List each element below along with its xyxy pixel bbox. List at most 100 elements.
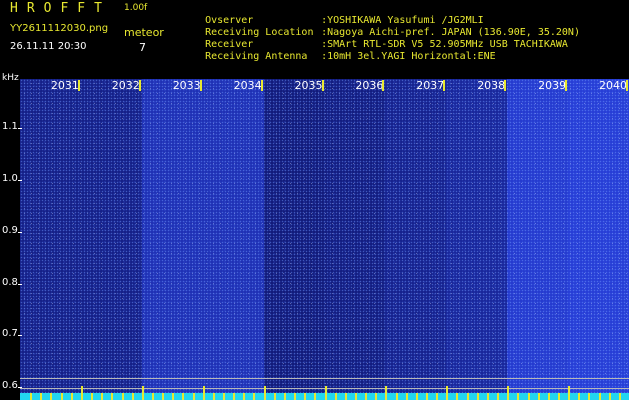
- bottom-tick: [60, 393, 63, 400]
- info-antenna: Receiving Antenna :10mH 3el.YAGI Horizont…: [181, 42, 496, 72]
- bottom-tick: [70, 393, 73, 400]
- bottom-tick: [314, 393, 317, 400]
- bottom-tick: [121, 393, 124, 400]
- info-value: :10mH 3el.YAGI Horizontal:ENE: [321, 51, 496, 62]
- x-tick-label-2032: 2032: [111, 79, 140, 92]
- bottom-tick: [304, 393, 307, 400]
- reference-line: [20, 377, 629, 379]
- bottom-tick: [80, 386, 83, 400]
- y-tick-mark: [18, 335, 22, 337]
- y-tick-label: 0.6: [2, 380, 18, 392]
- spectrogram-plot: [20, 79, 629, 400]
- version-label: 1.00f: [124, 3, 148, 13]
- bottom-tick: [182, 393, 185, 400]
- bottom-tick: [334, 393, 337, 400]
- x-tick-label-2035: 2035: [294, 79, 323, 92]
- x-tick-label-2036: 2036: [355, 79, 384, 92]
- bottom-tick: [446, 386, 449, 400]
- x-tick-mark: [138, 80, 141, 91]
- bottom-tick: [273, 393, 276, 400]
- x-tick-label-2038: 2038: [477, 79, 506, 92]
- bottom-tick: [263, 386, 266, 400]
- bottom-tick: [375, 393, 378, 400]
- x-tick-label-2040: 2040: [599, 79, 627, 92]
- bottom-tick: [456, 393, 459, 400]
- bottom-tick: [30, 393, 33, 400]
- bottom-tick: [618, 393, 621, 400]
- x-tick-mark: [321, 80, 324, 91]
- bottom-tick: [365, 393, 368, 400]
- y-tick-label: 0.7: [2, 328, 18, 340]
- datetime-label: 26.11.11 20:30: [10, 41, 87, 52]
- bottom-tick: [557, 393, 560, 400]
- y-tick-mark: [18, 283, 22, 285]
- bottom-tick: [40, 393, 43, 400]
- x-tick-label-2039: 2039: [538, 79, 567, 92]
- bottom-tick: [547, 393, 550, 400]
- bottom-tick: [172, 393, 175, 400]
- bottom-tick: [294, 393, 297, 400]
- x-tick-label-2034: 2034: [233, 79, 262, 92]
- bottom-tick: [233, 393, 236, 400]
- bottom-tick: [486, 393, 489, 400]
- y-tick-label: 1.0: [2, 172, 18, 184]
- bottom-tick: [426, 393, 428, 400]
- x-tick-mark: [504, 80, 507, 91]
- bottom-tick: [253, 393, 256, 400]
- bottom-tick: [395, 393, 398, 400]
- bottom-tick: [131, 393, 134, 400]
- info-key: Receiving Antenna: [205, 51, 308, 62]
- x-tick-label-2031: 2031: [50, 79, 79, 92]
- bottom-tick: [578, 393, 581, 400]
- bottom-tick: [202, 386, 205, 400]
- bottom-tick: [283, 393, 286, 400]
- bottom-tick: [517, 393, 520, 400]
- bottom-tick: [436, 393, 439, 400]
- bottom-tick: [537, 393, 540, 400]
- x-tick-mark: [626, 80, 628, 91]
- bottom-tick: [588, 393, 591, 400]
- bottom-tick: [212, 393, 215, 400]
- hrofft-window: HROFFT 1.00f YY2611112030.png 26.11.11 2…: [0, 0, 629, 400]
- bottom-tick: [162, 393, 165, 400]
- bottom-tick: [91, 393, 94, 400]
- bottom-tick: [223, 393, 225, 400]
- bottom-tick: [527, 393, 530, 400]
- bottom-tick: [568, 386, 571, 400]
- y-tick-mark: [18, 231, 22, 233]
- bottom-tick: [344, 393, 347, 400]
- bottom-tick: [497, 393, 500, 400]
- x-tick-mark: [199, 80, 202, 91]
- y-tick-mark: [18, 387, 22, 389]
- x-tick-label-2037: 2037: [416, 79, 445, 92]
- x-tick-mark: [260, 80, 263, 91]
- filename-label: YY2611112030.png: [10, 23, 109, 34]
- bottom-tick: [50, 393, 53, 400]
- y-tick-label: 0.8: [2, 276, 18, 288]
- bottom-tick: [385, 386, 388, 400]
- app-title: HROFFT: [10, 1, 111, 16]
- bottom-tick: [141, 386, 144, 400]
- bottom-tick: [608, 393, 611, 400]
- bottom-tick: [466, 393, 469, 400]
- y-tick-mark: [18, 179, 22, 181]
- bottom-tick: [243, 393, 246, 400]
- bottom-tick: [405, 393, 408, 400]
- bottom-tick: [354, 393, 357, 400]
- x-tick-mark: [565, 80, 568, 91]
- bottom-tick: [598, 393, 601, 400]
- bottom-tick: [151, 393, 154, 400]
- y-axis-unit: kHz: [2, 73, 19, 83]
- x-tick-mark: [382, 80, 385, 91]
- bottom-tick: [324, 386, 327, 400]
- y-tick-label: 0.9: [2, 224, 18, 236]
- y-tick-label: 1.1: [2, 121, 18, 133]
- mode-count: 7: [139, 41, 146, 54]
- x-tick-mark: [77, 80, 80, 91]
- bottom-tick: [415, 393, 418, 400]
- bottom-tick: [192, 393, 195, 400]
- mode-label: meteor: [124, 26, 164, 39]
- bottom-tick: [111, 393, 114, 400]
- bottom-tick: [476, 393, 479, 400]
- noise-texture: [20, 79, 629, 400]
